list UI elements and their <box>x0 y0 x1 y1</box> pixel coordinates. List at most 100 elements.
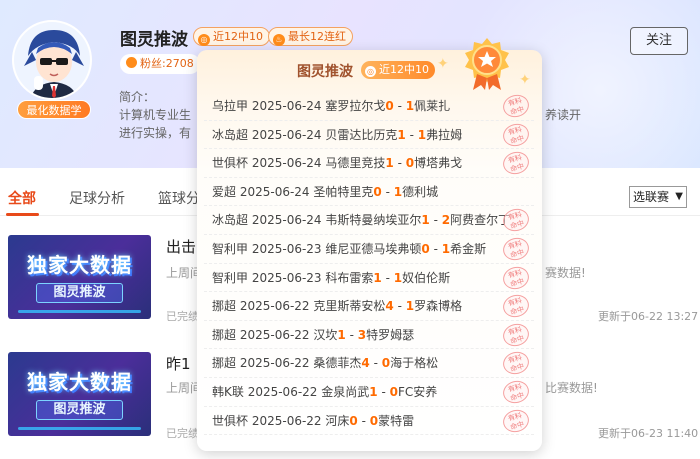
match-league: 智利甲 <box>212 270 252 285</box>
match-away-team: 阿费查尔丁 <box>450 213 511 228</box>
match-home-score: 1 <box>373 270 382 285</box>
hit-stamp-icon: 有料 命中 <box>500 92 532 120</box>
record-tag: ◎ 近12中10 <box>193 27 270 46</box>
match-home-score: 4 <box>361 356 370 371</box>
tab-football[interactable]: 足球分析 <box>69 188 125 208</box>
match-home-team: 科布雷索 <box>325 270 374 285</box>
record-popover: 图灵推波 ◎ 近12中10 ✦ ✦ 乌拉甲 2025-06-24 塞罗拉尔戈0 -… <box>197 38 542 451</box>
match-home-score: 1 <box>421 213 430 228</box>
match-league: 韩K联 <box>212 384 248 399</box>
match-home-score: 0 <box>421 241 430 256</box>
match-home-score: 0 <box>373 184 382 199</box>
match-date: 2025-06-22 <box>239 299 314 314</box>
hit-stamp-icon: 有料 命中 <box>500 320 532 349</box>
match-home-score: 0 <box>349 413 358 428</box>
match-score-separator: - <box>393 299 406 314</box>
match-away-score: 2 <box>441 213 451 228</box>
medal-icon <box>465 38 509 90</box>
match-away-score: 1 <box>405 99 415 113</box>
league-select[interactable]: 选联赛 ▼ <box>629 186 687 208</box>
hit-stamp-icon: 有料 命中 <box>500 263 532 292</box>
match-score-separator: - <box>369 356 382 371</box>
match-home-score: 4 <box>385 299 394 314</box>
match-date: 2025-06-24 <box>239 184 314 199</box>
target-icon: ◎ <box>198 34 210 46</box>
hit-stamp-icon: 有料 命中 <box>500 349 532 378</box>
profile-name: 图灵推波 <box>120 30 188 50</box>
fans-count: 粉丝:2708 <box>120 54 200 74</box>
match-league: 冰岛超 <box>212 213 252 228</box>
match-score-separator: - <box>429 241 442 256</box>
thumbnail-glow <box>18 427 141 430</box>
match-away-score: 1 <box>393 184 403 199</box>
follow-button[interactable]: 关注 <box>630 27 688 55</box>
match-score-separator: - <box>405 127 418 142</box>
match-away-team: 罗森博格 <box>414 299 463 314</box>
match-row[interactable]: 挪超 2025-06-22 汉坎1 - 3特罗姆瑟 有料 命中 <box>204 320 534 350</box>
avatar-wrap[interactable]: 最化数据学 <box>12 20 92 119</box>
match-league: 挪超 <box>212 327 240 342</box>
match-score-separator: - <box>357 413 370 428</box>
hit-stamp-icon: 有料 命中 <box>500 292 532 321</box>
article-time: 更新于06-22 13:27 <box>598 310 699 323</box>
match-league: 世俱杯 <box>212 156 252 171</box>
match-league: 智利甲 <box>212 241 252 256</box>
match-score-separator: - <box>381 184 394 199</box>
match-row[interactable]: 智利甲 2025-06-23 维尼亚德马埃弗顿0 - 1希金斯 有料 命中 <box>204 234 534 264</box>
fans-label: 粉丝:2708 <box>140 57 194 70</box>
match-league: 乌拉甲 <box>212 99 252 113</box>
streak-tag: ♨ 最长12连红 <box>268 27 353 46</box>
thumbnail-subline: 图灵推波 <box>36 400 123 420</box>
match-home-team: 克里斯蒂安松 <box>313 299 386 314</box>
match-date: 2025-06-24 <box>251 127 326 142</box>
match-home-score: 1 <box>397 127 406 142</box>
match-away-team: 特罗姆瑟 <box>366 327 415 342</box>
article-title[interactable]: 出击 <box>166 236 196 257</box>
match-home-team: 马德里竞技 <box>325 156 386 171</box>
avatar[interactable] <box>12 20 92 100</box>
hit-stamp-icon: 有料 命中 <box>500 406 532 435</box>
match-date: 2025-06-22 <box>239 356 314 371</box>
match-league: 挪超 <box>212 299 240 314</box>
match-row[interactable]: 挪超 2025-06-22 克里斯蒂安松4 - 1罗森博格 有料 命中 <box>204 292 534 321</box>
match-home-team: 圣帕特里克 <box>313 184 374 199</box>
match-row[interactable]: 挪超 2025-06-22 桑德菲杰4 - 0海于格松 有料 命中 <box>204 349 534 378</box>
popover-title: 图灵推波 <box>297 64 353 80</box>
match-row[interactable]: 爱超 2025-06-24 圣帕特里克0 - 1德利城 <box>204 178 534 207</box>
article-thumbnail[interactable]: 独家大数据 图灵推波 <box>8 235 151 319</box>
match-date: 2025-06-24 <box>251 99 326 113</box>
match-home-team: 金泉尚武 <box>321 384 370 399</box>
match-home-team: 河床 <box>325 413 350 428</box>
match-row[interactable]: 智利甲 2025-06-23 科布雷索1 - 1奴伯伦斯 有料 命中 <box>204 263 534 293</box>
match-away-score: 1 <box>441 241 451 256</box>
flame-icon: ♨ <box>273 34 285 46</box>
match-league: 冰岛超 <box>212 127 252 142</box>
article-title[interactable]: 昨1 <box>166 353 191 374</box>
article-time: 更新于06-23 11:40 <box>598 427 699 440</box>
match-home-team: 韦斯特曼纳埃亚尔 <box>325 213 422 228</box>
match-home-team: 桑德菲杰 <box>313 356 362 371</box>
match-row[interactable]: 世俱杯 2025-06-24 马德里竞技1 - 0博塔弗戈 有料 命中 <box>204 149 534 178</box>
match-row[interactable]: 乌拉甲 2025-06-24 塞罗拉尔戈0 - 1佩莱扎 有料 命中 <box>204 92 534 121</box>
match-away-team: 德利城 <box>402 184 439 199</box>
sparkle-icon: ✦ <box>437 56 449 72</box>
match-away-score: 1 <box>393 270 403 285</box>
intro-text: 计算机专业生进行实操，有 <box>119 108 192 140</box>
league-select-value: 选联赛 <box>633 190 670 204</box>
intro-label: 简介： <box>119 90 156 104</box>
match-row[interactable]: 冰岛超 2025-06-24 韦斯特曼纳埃亚尔1 - 2阿费查尔丁 有料 命中 <box>204 206 534 235</box>
match-row[interactable]: 韩K联 2025-06-22 金泉尚武1 - 0FC安养 有料 命中 <box>204 377 534 407</box>
match-date: 2025-06-22 <box>251 413 326 428</box>
tab-all[interactable]: 全部 <box>8 188 36 208</box>
match-row[interactable]: 冰岛超 2025-06-24 贝雷达比历克1 - 1弗拉姆 有料 命中 <box>204 120 534 150</box>
match-home-score: 0 <box>385 99 394 113</box>
tab-basketball[interactable]: 篮球分 <box>158 188 200 208</box>
match-away-score: 1 <box>417 127 427 142</box>
popover-record-label: 近12中10 <box>379 63 429 76</box>
match-away-team: 蒙特雷 <box>378 413 415 428</box>
match-score-separator: - <box>429 213 442 228</box>
avatar-badge: 最化数据学 <box>17 100 91 119</box>
match-row[interactable]: 世俱杯 2025-06-22 河床0 - 0蒙特雷 有料 命中 <box>204 406 534 436</box>
article-thumbnail[interactable]: 独家大数据 图灵推波 <box>8 352 151 436</box>
match-score-separator: - <box>377 384 390 399</box>
